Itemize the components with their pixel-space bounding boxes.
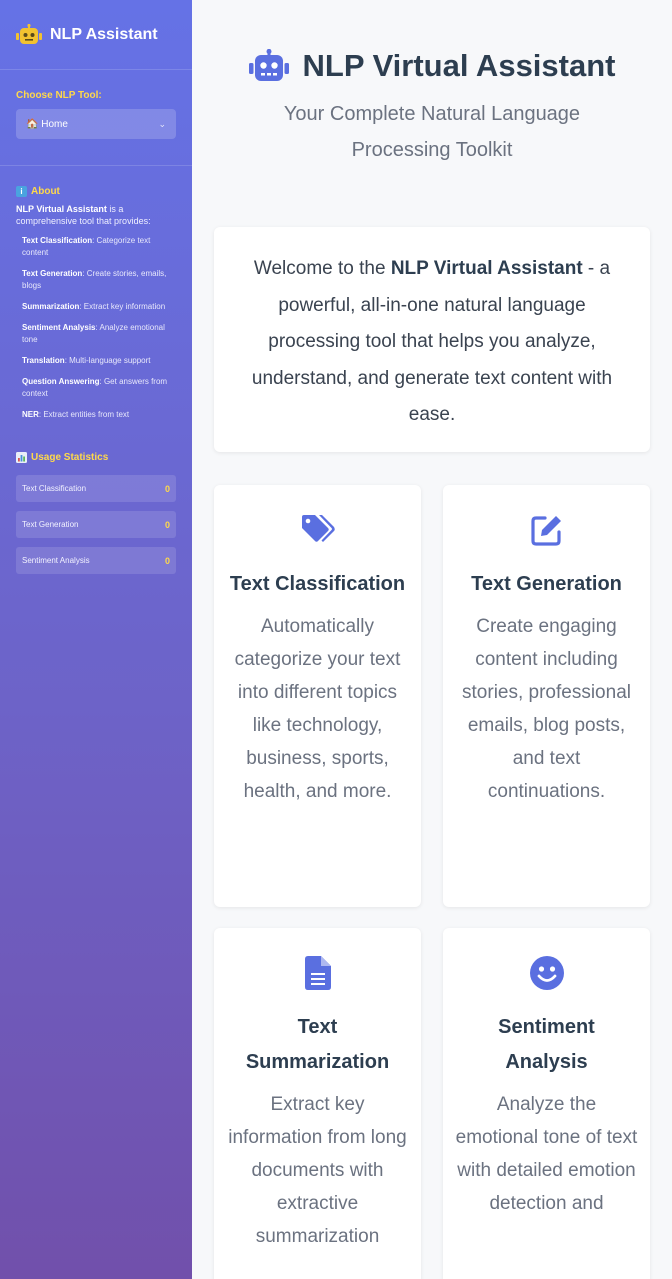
edit-icon <box>530 516 561 546</box>
tag-icon <box>301 515 335 542</box>
robot-icon <box>248 49 289 81</box>
welcome-post: - a powerful, all-in-one natural languag… <box>251 258 613 425</box>
document-icon <box>304 956 331 990</box>
page-title-text: NLP Virtual Assistant <box>302 48 616 83</box>
list-item-name: Summarization <box>22 302 80 311</box>
stat-row-sentiment-analysis: Sentiment Analysis 0 <box>16 547 176 574</box>
page-subtitle: Your Complete Natural Language Processin… <box>283 103 581 161</box>
bar-chart-icon <box>16 452 27 463</box>
stat-value: 0 <box>164 555 170 566</box>
stat-value: 0 <box>164 519 170 530</box>
list-item-desc: : Extract entities from text <box>38 410 130 419</box>
page-title: NLP Virtual Assistant <box>192 48 672 84</box>
list-item: Translation: Multi-language support <box>22 355 176 367</box>
card-title: Sentiment Analysis <box>498 1016 595 1073</box>
smile-icon <box>529 956 564 990</box>
welcome-card: Welcome to the NLP Virtual Assistant - a… <box>214 227 650 452</box>
stat-row-text-classification: Text Classification 0 <box>16 475 176 502</box>
about-intro: NLP Virtual Assistant is a comprehensive… <box>0 203 192 227</box>
tool-select[interactable]: 🏠 Home ⌄ <box>16 109 176 139</box>
card-description: Extract key information from long docume… <box>228 1094 407 1247</box>
card-title: Text Classification <box>229 573 406 595</box>
sidebar: NLP Assistant Choose NLP Tool: 🏠 Home ⌄ … <box>0 0 192 1279</box>
list-item: Question Answering: Get answers from con… <box>22 376 176 400</box>
choose-tool-label: Choose NLP Tool: <box>16 90 102 101</box>
about-intro-name: NLP Virtual Assistant <box>16 204 107 214</box>
list-item-name: Translation <box>22 356 65 365</box>
list-item: Sentiment Analysis: Analyze emotional to… <box>22 322 176 346</box>
chevron-down-icon: ⌄ <box>158 118 166 129</box>
stats-heading-text: Usage Statistics <box>31 452 109 463</box>
card-title: Text Generation <box>471 573 622 595</box>
robot-icon <box>16 23 42 44</box>
welcome-name: NLP Virtual Assistant <box>390 258 583 279</box>
welcome-pre: Welcome to the <box>253 258 391 279</box>
sidebar-header: NLP Assistant <box>0 0 192 70</box>
list-item-name: NER <box>22 410 39 419</box>
card-description: Automatically categorize your text into … <box>234 616 401 802</box>
card-title: Text Summarization <box>245 1016 390 1073</box>
list-item: Summarization: Extract key information <box>22 301 176 313</box>
stat-value: 0 <box>164 483 170 494</box>
about-heading: i About <box>0 166 192 203</box>
stat-label: Sentiment Analysis <box>22 556 90 565</box>
feature-card-text-classification: Text Classification Automatically catego… <box>214 485 421 907</box>
feature-card-text-summarization: Text Summarization Extract key informati… <box>214 928 421 1279</box>
list-item-desc: : Multi-language support <box>64 356 151 365</box>
about-list: Text Classification: Categorize text con… <box>0 227 192 421</box>
stat-label: Text Classification <box>22 484 87 493</box>
main-content: NLP Virtual Assistant Your Complete Natu… <box>192 0 672 1279</box>
list-item: NER: Extract entities from text <box>22 409 176 421</box>
card-description: Analyze the emotional tone of text with … <box>455 1094 638 1214</box>
list-item-name: Question Answering <box>22 377 100 386</box>
about-heading-text: About <box>31 186 60 197</box>
feature-card-text-generation: Text Generation Create engaging content … <box>443 485 650 907</box>
tool-select-value: 🏠 Home <box>26 118 68 130</box>
list-item-name: Text Generation <box>22 269 83 278</box>
list-item-name: Text Classification <box>22 236 93 245</box>
sidebar-title: NLP Assistant <box>50 25 158 43</box>
stats-heading: Usage Statistics <box>0 430 192 475</box>
list-item-desc: : Extract key information <box>79 302 166 311</box>
list-item-name: Sentiment Analysis <box>22 323 96 332</box>
list-item: Text Classification: Categorize text con… <box>22 235 176 259</box>
info-icon: i <box>16 186 27 197</box>
list-item: Text Generation: Create stories, emails,… <box>22 268 176 292</box>
feature-card-sentiment-analysis: Sentiment Analysis Analyze the emotional… <box>443 928 650 1279</box>
stat-label: Text Generation <box>22 520 79 529</box>
stat-row-text-generation: Text Generation 0 <box>16 511 176 538</box>
hero: NLP Virtual Assistant Your Complete Natu… <box>192 0 672 168</box>
card-description: Create engaging content including storie… <box>462 616 631 802</box>
